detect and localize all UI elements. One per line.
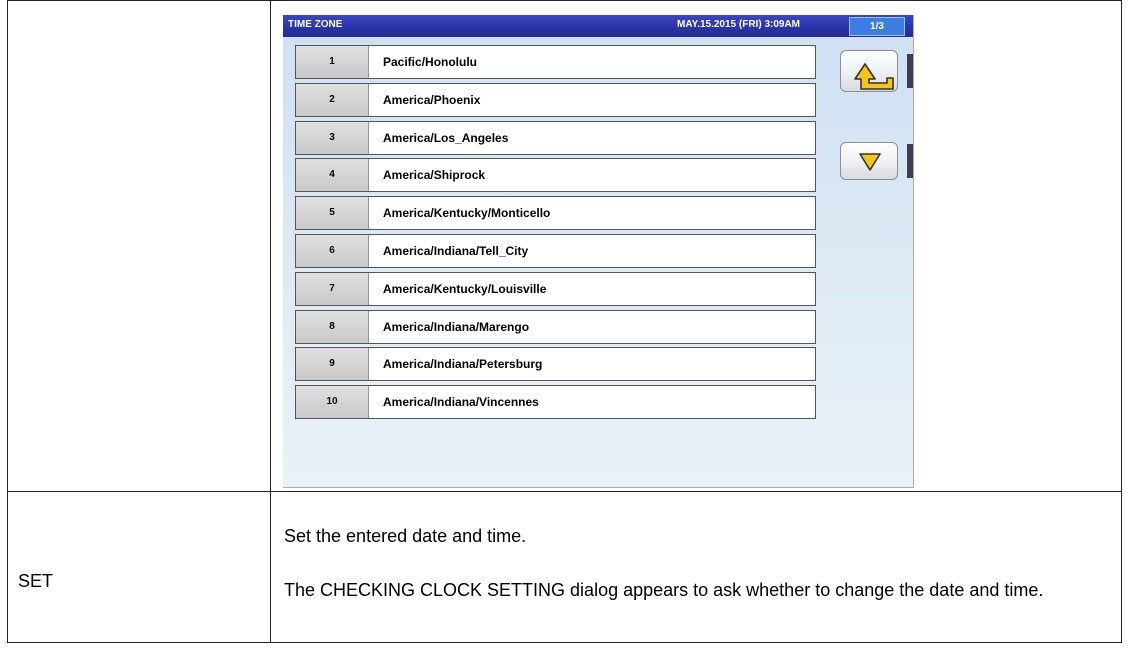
description-cell	[270, 491, 1122, 643]
back-button[interactable]	[840, 50, 898, 92]
timezone-number: 6	[296, 235, 369, 267]
timezone-name: America/Indiana/Tell_City	[383, 244, 529, 258]
timezone-row[interactable]: 5 America/Kentucky/Monticello	[295, 196, 816, 231]
timezone-name: America/Kentucky/Louisville	[383, 281, 547, 296]
page-down-button-edge	[907, 144, 913, 178]
page-indicator: 1/3	[849, 17, 905, 36]
timezone-name: Pacific/Honolulu	[383, 55, 478, 69]
timezone-row[interactable]: 9 America/Indiana/Petersburg	[295, 347, 816, 382]
timezone-number: 8	[296, 310, 369, 343]
timezone-number: 2	[296, 83, 369, 116]
screen-title: TIME ZONE	[288, 19, 343, 30]
timezone-name: America/Kentucky/Monticello	[383, 206, 551, 221]
timezone-name: America/Shiprock	[383, 168, 486, 183]
page-down-button[interactable]	[840, 142, 898, 180]
timezone-row[interactable]: 6 America/Indiana/Tell_City	[295, 234, 816, 268]
timezone-row[interactable]: 10 America/Indiana/Vincennes	[295, 385, 816, 420]
empty-label-cell	[7, 0, 271, 492]
timezone-number: 9	[296, 348, 369, 381]
title-bar: TIME ZONE MAY.15.2015 (FRI) 3:09AM 1/3	[283, 15, 913, 37]
description-line-1: Set the entered date and time.	[284, 526, 527, 546]
timezone-number: 3	[296, 121, 369, 154]
timezone-row[interactable]: 7 America/Kentucky/Louisville	[295, 271, 816, 306]
timezone-name: America/Indiana/Marengo	[383, 319, 530, 334]
return-arrow-icon	[854, 63, 894, 90]
timezone-row[interactable]: 8 America/Indiana/Marengo	[295, 309, 816, 344]
timezone-number: 1	[296, 46, 369, 78]
timezone-number: 7	[296, 272, 369, 305]
timezone-row[interactable]: 3 America/Los_Angeles	[295, 120, 816, 155]
clock-readout: MAY.15.2015 (FRI) 3:09AM	[677, 19, 801, 30]
timezone-number: 5	[296, 197, 369, 230]
label-cell	[7, 491, 271, 643]
timezone-number: 4	[296, 159, 369, 192]
description-line-2: The CHECKING CLOCK SETTING dialog appear…	[284, 580, 1044, 600]
device-screen: TIME ZONE MAY.15.2015 (FRI) 3:09AM 1/3 1…	[283, 15, 914, 488]
timezone-number: 10	[296, 386, 369, 419]
set-label: SET	[18, 571, 54, 591]
timezone-name: America/Los_Angeles	[383, 130, 509, 145]
down-triangle-icon	[859, 153, 881, 171]
timezone-name: America/Phoenix	[383, 92, 481, 107]
back-button-edge	[907, 54, 913, 88]
timezone-name: America/Indiana/Petersburg	[383, 357, 543, 372]
timezone-row[interactable]: 2 America/Phoenix	[295, 82, 816, 117]
timezone-name: America/Indiana/Vincennes	[383, 395, 539, 410]
timezone-row[interactable]: 1 Pacific/Honolulu	[295, 45, 816, 79]
timezone-row[interactable]: 4 America/Shiprock	[295, 158, 816, 193]
